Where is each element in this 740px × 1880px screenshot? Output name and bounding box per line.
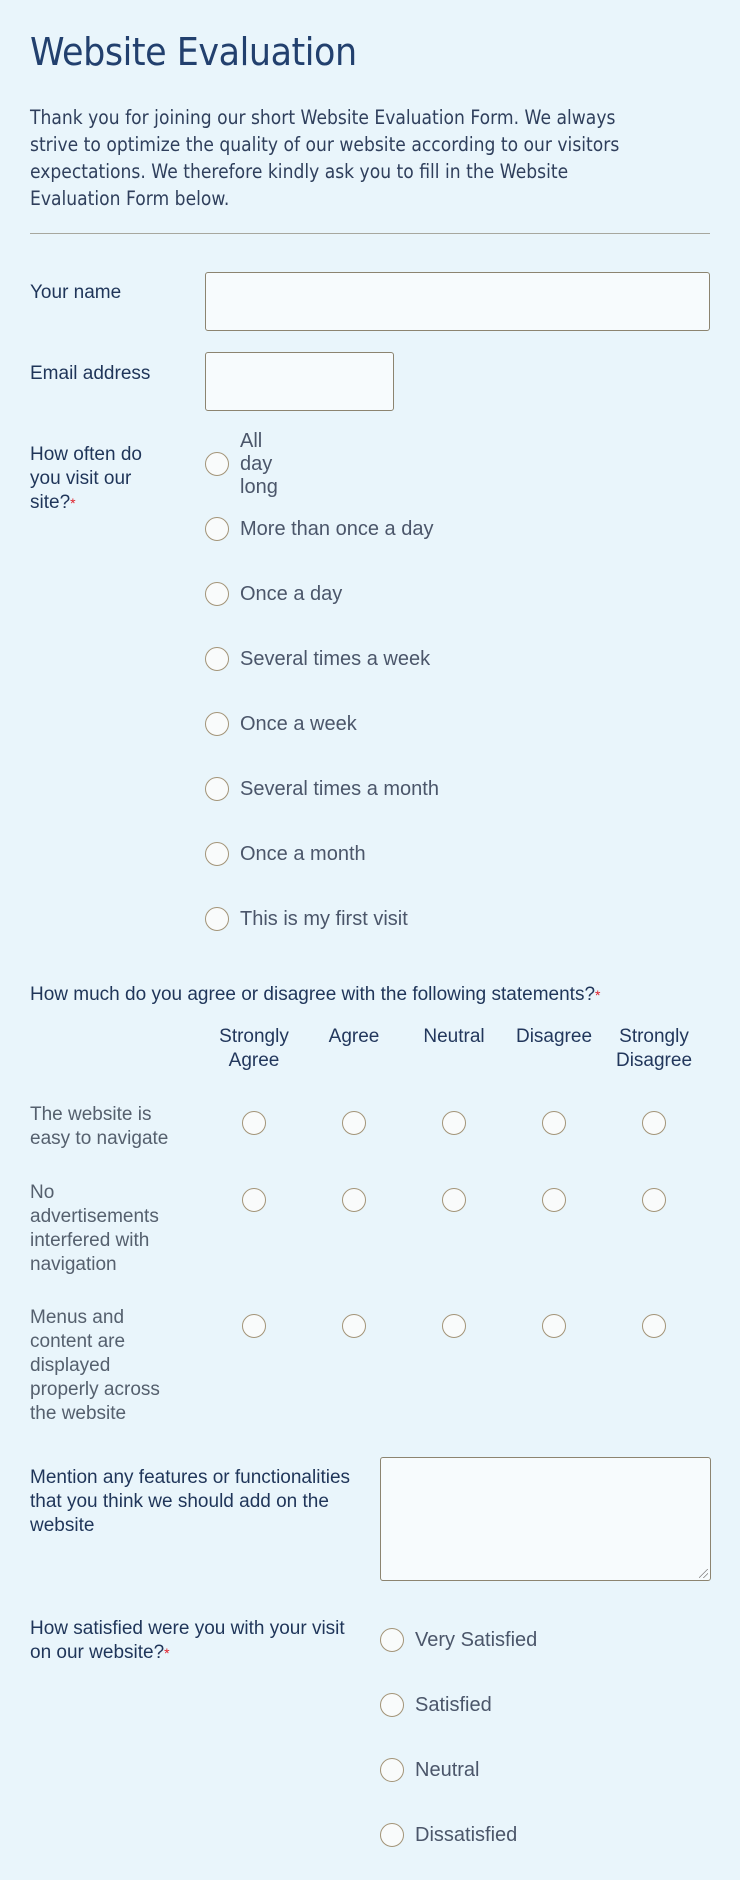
column-header-neutral: Neutral xyxy=(423,1026,485,1047)
matrix-row-label: The website is easy to navigate xyxy=(30,1104,169,1149)
matrix-radio-agree[interactable] xyxy=(342,1111,366,1135)
matrix-radio-strongly-disagree[interactable] xyxy=(642,1314,666,1338)
radio-button[interactable] xyxy=(205,712,229,736)
matrix-radio-agree[interactable] xyxy=(342,1188,366,1212)
matrix-radio-neutral[interactable] xyxy=(442,1111,466,1135)
visit-option[interactable]: Once a week xyxy=(205,710,357,738)
satisfaction-option[interactable]: Satisfied xyxy=(380,1691,492,1719)
email-input[interactable] xyxy=(205,352,394,411)
radio-button[interactable] xyxy=(205,907,229,931)
satisfaction-option-label[interactable]: Very Satisfied xyxy=(415,1629,537,1652)
name-input[interactable] xyxy=(205,272,710,331)
intro-text: Thank you for joining our short Website … xyxy=(30,106,620,210)
features-textarea[interactable] xyxy=(380,1457,711,1581)
radio-button[interactable] xyxy=(205,777,229,801)
matrix-radio-disagree[interactable] xyxy=(542,1111,566,1135)
radio-button[interactable] xyxy=(205,647,229,671)
visit-option[interactable]: Several times a month xyxy=(205,775,439,803)
matrix-radio-agree[interactable] xyxy=(342,1314,366,1338)
matrix-radio-strongly-agree[interactable] xyxy=(242,1111,266,1135)
resize-handle-icon[interactable] xyxy=(699,1569,708,1578)
agreement-question: How much do you agree or disagree with t… xyxy=(30,983,600,1007)
visit-option-label[interactable]: Several times a week xyxy=(240,648,430,671)
visit-option-label[interactable]: This is my first visit xyxy=(240,908,408,931)
satisfaction-option-label[interactable]: Dissatisfied xyxy=(415,1824,517,1847)
features-label: Mention any features or functionalities … xyxy=(30,1467,351,1536)
visit-option[interactable]: More than once a day xyxy=(205,515,433,543)
visit-option-label[interactable]: Several times a month xyxy=(240,778,439,801)
matrix-radio-neutral[interactable] xyxy=(442,1188,466,1212)
visit-option[interactable]: This is my first visit xyxy=(205,905,408,933)
satisfaction-option[interactable]: Very Satisfied xyxy=(380,1626,537,1654)
agreement-question-text: How much do you agree or disagree with t… xyxy=(30,984,596,1005)
visit-frequency-question-text: How often do you visit our site? xyxy=(30,444,142,513)
visit-option[interactable]: Once a month xyxy=(205,840,366,868)
matrix-radio-strongly-disagree[interactable] xyxy=(642,1111,666,1135)
visit-frequency-question: How often do you visit our site?* xyxy=(30,443,170,515)
radio-button[interactable] xyxy=(205,582,229,606)
radio-button[interactable] xyxy=(380,1628,404,1652)
radio-button[interactable] xyxy=(205,842,229,866)
radio-button[interactable] xyxy=(205,517,229,541)
matrix-radio-strongly-agree[interactable] xyxy=(242,1188,266,1212)
column-header-strongly-agree: Strongly Agree xyxy=(219,1026,289,1071)
visit-option-label[interactable]: More than once a day xyxy=(240,518,433,541)
matrix-radio-neutral[interactable] xyxy=(442,1314,466,1338)
radio-button[interactable] xyxy=(380,1693,404,1717)
radio-button[interactable] xyxy=(205,452,229,476)
satisfaction-question: How satisfied were you with your visit o… xyxy=(30,1617,350,1665)
matrix-radio-disagree[interactable] xyxy=(542,1314,566,1338)
visit-option[interactable]: Several times a week xyxy=(205,645,430,673)
matrix-radio-strongly-disagree[interactable] xyxy=(642,1188,666,1212)
satisfaction-option[interactable]: Neutral xyxy=(380,1756,479,1784)
matrix-row-label: No advertisements interfered with naviga… xyxy=(30,1182,159,1275)
visit-option-label[interactable]: All day long xyxy=(240,430,278,499)
radio-button[interactable] xyxy=(380,1758,404,1782)
visit-option-label[interactable]: Once a day xyxy=(240,583,342,606)
email-label: Email address xyxy=(30,363,151,384)
name-label: Your name xyxy=(30,282,122,303)
matrix-row-label: Menus and content are displayed properly… xyxy=(30,1307,160,1424)
column-header-strongly-disagree: Strongly Disagree xyxy=(615,1026,693,1071)
column-header-agree: Agree xyxy=(328,1026,380,1047)
matrix-radio-disagree[interactable] xyxy=(542,1188,566,1212)
column-header-disagree: Disagree xyxy=(515,1026,593,1047)
satisfaction-option-label[interactable]: Neutral xyxy=(415,1759,479,1782)
features-textarea-wrapper xyxy=(380,1457,711,1581)
satisfaction-option[interactable]: Dissatisfied xyxy=(380,1821,517,1849)
visit-option-label[interactable]: Once a month xyxy=(240,843,366,866)
visit-option[interactable]: All day long xyxy=(205,430,278,498)
required-asterisk: * xyxy=(595,987,601,1003)
required-asterisk: * xyxy=(164,1645,170,1661)
visit-option[interactable]: Once a day xyxy=(205,580,342,608)
matrix-radio-strongly-agree[interactable] xyxy=(242,1314,266,1338)
divider xyxy=(30,233,710,234)
radio-button[interactable] xyxy=(380,1823,404,1847)
required-asterisk: * xyxy=(70,495,76,511)
satisfaction-question-text: How satisfied were you with your visit o… xyxy=(30,1618,345,1663)
visit-option-label[interactable]: Once a week xyxy=(240,713,357,736)
satisfaction-option-label[interactable]: Satisfied xyxy=(415,1694,492,1717)
page-title: Website Evaluation xyxy=(30,30,357,74)
